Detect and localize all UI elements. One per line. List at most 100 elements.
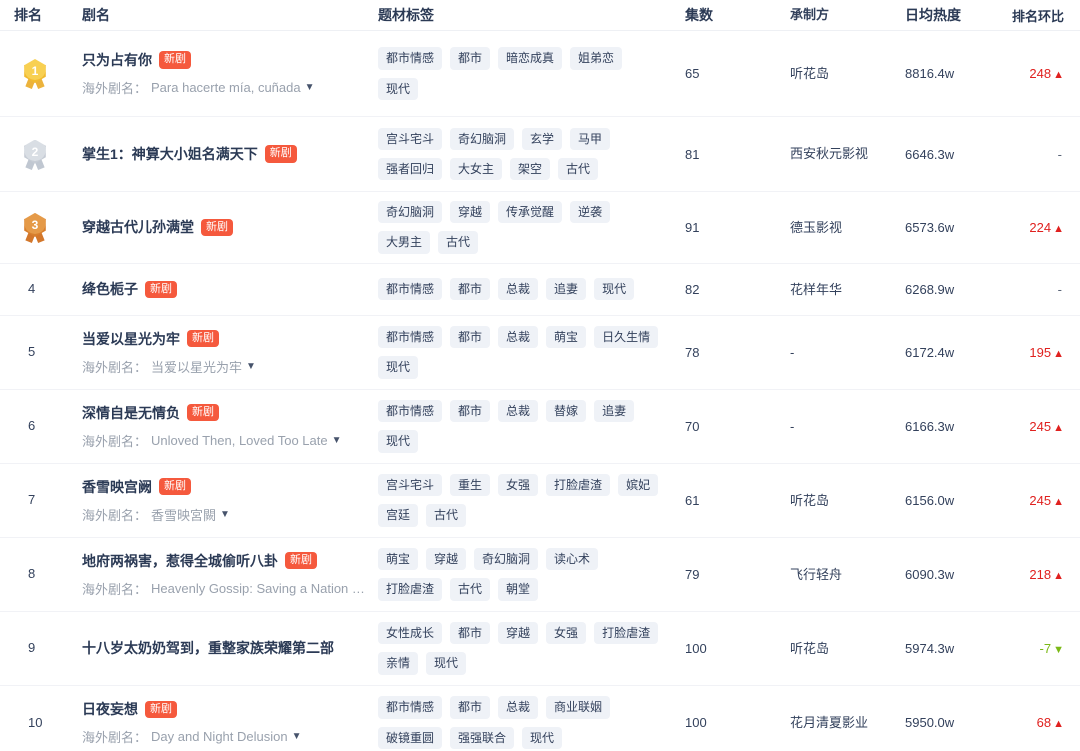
rank-cell: 3 3 bbox=[0, 213, 82, 242]
genre-tag: 总裁 bbox=[498, 696, 538, 718]
table-row[interactable]: 4 4 绛色栀子 新剧 都市情感都市总裁追妻现代 82 花样年华 6268.9w… bbox=[0, 264, 1080, 316]
rank-medal-icon: 2 bbox=[22, 140, 48, 169]
genre-tag: 追妻 bbox=[594, 400, 634, 422]
table-row[interactable]: 8 8 地府两祸害，惹得全城偷听八卦 新剧 海外剧名： Heavenly Gos… bbox=[0, 538, 1080, 612]
overseas-name-row: 海外剧名： Para hacerte mía, cuñada ▼ bbox=[82, 78, 366, 97]
genre-tag: 追妻 bbox=[546, 278, 586, 300]
genre-tags: 都市情感都市总裁追妻现代 bbox=[378, 278, 685, 300]
rank-change-cell: 245▲ bbox=[1005, 493, 1080, 508]
genre-tag: 宫斗宅斗 bbox=[378, 474, 442, 496]
table-row[interactable]: 7 7 香雪映宫阙 新剧 海外剧名： 香雪映宮闕 ▼ 宫斗宅斗重生女强打脸虐渣嫔… bbox=[0, 464, 1080, 538]
rank-change-value: 224 bbox=[1029, 220, 1051, 235]
genre-tags: 都市情感都市暗恋成真姐弟恋现代 bbox=[378, 47, 685, 100]
episode-count: 91 bbox=[685, 220, 790, 235]
column-header-title: 剧名 bbox=[82, 5, 378, 25]
rank-change-arrow-icon: ▼ bbox=[1053, 644, 1064, 656]
genre-tag: 姐弟恋 bbox=[570, 47, 622, 69]
column-header-producer: 承制方 bbox=[790, 5, 905, 25]
rank-change-value: - bbox=[1058, 147, 1062, 162]
daily-heat-value: 6090.3w bbox=[905, 567, 1005, 582]
episode-count: 65 bbox=[685, 66, 790, 81]
new-drama-badge: 新剧 bbox=[145, 701, 177, 718]
genre-tag: 奇幻脑洞 bbox=[474, 548, 538, 570]
genre-tag: 都市情感 bbox=[378, 326, 442, 348]
chevron-down-icon[interactable]: ▼ bbox=[292, 731, 302, 742]
genre-tag: 穿越 bbox=[450, 201, 490, 223]
overseas-label: 海外剧名： bbox=[82, 505, 147, 524]
column-header-heat: 日均热度 bbox=[905, 5, 1005, 25]
episode-count: 79 bbox=[685, 567, 790, 582]
title-cell: 深情自是无情负 新剧 海外剧名： Unloved Then, Loved Too… bbox=[82, 403, 378, 450]
rank-number: 9 bbox=[28, 640, 35, 655]
rank-change-arrow-icon: ▲ bbox=[1053, 223, 1064, 235]
genre-tag: 女强 bbox=[498, 474, 538, 496]
genre-tags: 萌宝穿越奇幻脑洞读心术打脸虐渣古代朝堂 bbox=[378, 548, 685, 601]
genre-tag: 穿越 bbox=[498, 622, 538, 644]
drama-title: 只为占有你 bbox=[82, 50, 152, 70]
rank-number: 3 bbox=[23, 213, 47, 237]
episode-count: 100 bbox=[685, 715, 790, 730]
chevron-down-icon[interactable]: ▼ bbox=[246, 361, 256, 372]
rank-change-value: -7 bbox=[1040, 641, 1052, 656]
rank-change-arrow-icon: ▲ bbox=[1053, 570, 1064, 582]
table-row[interactable]: 10 10 日夜妄想 新剧 海外剧名： Day and Night Delusi… bbox=[0, 686, 1080, 751]
genre-tag: 强者回归 bbox=[378, 158, 442, 180]
drama-title: 绛色栀子 bbox=[82, 279, 138, 299]
new-drama-badge: 新剧 bbox=[285, 552, 317, 569]
rank-change-value: 245 bbox=[1029, 419, 1051, 434]
rank-number: 1 bbox=[23, 59, 47, 83]
overseas-name: Unloved Then, Loved Too Late bbox=[151, 433, 328, 448]
daily-heat-value: 6172.4w bbox=[905, 345, 1005, 360]
genre-tags: 都市情感都市总裁萌宝日久生情现代 bbox=[378, 326, 685, 379]
genre-tag: 古代 bbox=[450, 578, 490, 600]
genre-tag: 女性成长 bbox=[378, 622, 442, 644]
rank-cell: 4 4 bbox=[0, 280, 82, 298]
rank-change-cell: - bbox=[1005, 282, 1080, 297]
rank-medal-icon: 1 bbox=[22, 59, 48, 88]
drama-title: 穿越古代儿孙满堂 bbox=[82, 217, 194, 237]
rank-number: 5 bbox=[28, 344, 35, 359]
table-row[interactable]: 1 1 只为占有你 新剧 海外剧名： Para hacerte mía, cuñ… bbox=[0, 31, 1080, 117]
genre-tag: 大男主 bbox=[378, 231, 430, 253]
chevron-down-icon[interactable]: ▼ bbox=[220, 509, 230, 520]
genre-tag: 女强 bbox=[546, 622, 586, 644]
genre-tag: 总裁 bbox=[498, 326, 538, 348]
genre-tags: 女性成长都市穿越女强打脸虐渣亲情现代 bbox=[378, 622, 685, 675]
episode-count: 81 bbox=[685, 147, 790, 162]
title-cell: 地府两祸害，惹得全城偷听八卦 新剧 海外剧名： Heavenly Gossip:… bbox=[82, 551, 378, 598]
rank-change-value: - bbox=[1058, 282, 1062, 297]
genre-tag: 萌宝 bbox=[378, 548, 418, 570]
rank-change-cell: 195▲ bbox=[1005, 345, 1080, 360]
rank-change-cell: -7▼ bbox=[1005, 641, 1080, 656]
overseas-label: 海外剧名： bbox=[82, 431, 147, 450]
overseas-name-row: 海外剧名： Heavenly Gossip: Saving a Nation b… bbox=[82, 579, 366, 598]
daily-heat-value: 8816.4w bbox=[905, 66, 1005, 81]
genre-tag: 古代 bbox=[426, 504, 466, 526]
genre-tag: 萌宝 bbox=[546, 326, 586, 348]
genre-tag: 都市情感 bbox=[378, 696, 442, 718]
genre-tag: 现代 bbox=[426, 652, 466, 674]
title-cell: 只为占有你 新剧 海外剧名： Para hacerte mía, cuñada … bbox=[82, 50, 378, 97]
table-row[interactable]: 5 5 当爱以星光为牢 新剧 海外剧名： 当爱以星光为牢 ▼ 都市情感都市总裁萌… bbox=[0, 316, 1080, 390]
chevron-down-icon[interactable]: ▼ bbox=[332, 435, 342, 446]
table-row[interactable]: 2 2 掌生1：神算大小姐名满天下 新剧 宫斗宅斗奇幻脑洞玄学马甲强者回归大女主… bbox=[0, 117, 1080, 192]
overseas-name-row: 海外剧名： Unloved Then, Loved Too Late ▼ bbox=[82, 431, 366, 450]
rank-change-value: 68 bbox=[1037, 715, 1051, 730]
episode-count: 100 bbox=[685, 641, 790, 656]
drama-title: 掌生1：神算大小姐名满天下 bbox=[82, 144, 258, 164]
table-row[interactable]: 3 3 穿越古代儿孙满堂 新剧 奇幻脑洞穿越传承觉醒逆袭大男主古代 91 德玉影… bbox=[0, 192, 1080, 264]
rank-change-value: 195 bbox=[1029, 345, 1051, 360]
episode-count: 70 bbox=[685, 419, 790, 434]
chevron-down-icon[interactable]: ▼ bbox=[305, 82, 315, 93]
title-cell: 穿越古代儿孙满堂 新剧 bbox=[82, 217, 378, 237]
drama-title: 深情自是无情负 bbox=[82, 403, 180, 423]
daily-heat-value: 6156.0w bbox=[905, 493, 1005, 508]
table-row[interactable]: 6 6 深情自是无情负 新剧 海外剧名： Unloved Then, Loved… bbox=[0, 390, 1080, 464]
overseas-label: 海外剧名： bbox=[82, 78, 147, 97]
rank-cell: 1 1 bbox=[0, 59, 82, 88]
table-row[interactable]: 9 9 十八岁太奶奶驾到，重整家族荣耀第二部 新剧 女性成长都市穿越女强打脸虐渣… bbox=[0, 612, 1080, 686]
title-cell: 日夜妄想 新剧 海外剧名： Day and Night Delusion ▼ bbox=[82, 699, 378, 746]
genre-tag: 替嫁 bbox=[546, 400, 586, 422]
drama-ranking-table: 排名 剧名 题材标签 集数 承制方 日均热度 排名环比 1 1 只为占有你 新剧… bbox=[0, 0, 1080, 751]
producer-name: 飞行轻舟 bbox=[790, 565, 905, 585]
